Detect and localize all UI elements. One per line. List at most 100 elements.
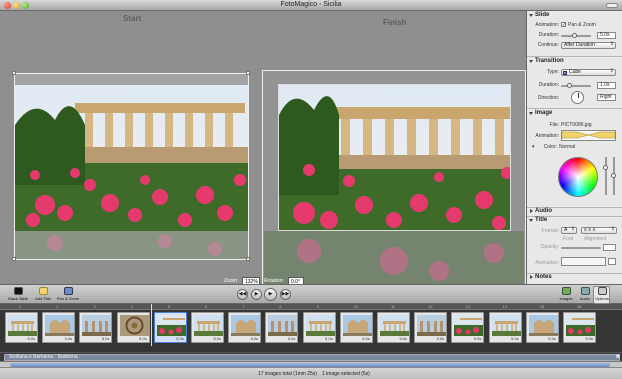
- file-name: PICT0086.jpg: [561, 122, 592, 128]
- options-button-content[interactable]: Options: [590, 287, 614, 301]
- slide-thumbnail[interactable]: 5.0s: [116, 312, 150, 343]
- finish-label: Finish: [383, 18, 407, 27]
- slide-thumbnail[interactable]: 5.0s: [377, 312, 410, 343]
- slide-image: [8, 315, 37, 336]
- crop-handle[interactable]: [12, 71, 16, 75]
- add-title-button[interactable]: Add Title: [31, 287, 55, 301]
- timeline-ruler[interactable]: 1 2 3 4 5 6 7 8 9 10 11 12 13 14 15 16: [0, 304, 622, 310]
- stage-area: Start Finish Zoom: 132% Rotation: 0.0°: [0, 11, 526, 292]
- slide-thumbnail[interactable]: 5.0s: [302, 312, 336, 343]
- slide-image: [417, 315, 447, 336]
- black-slide-icon: [13, 287, 23, 295]
- title-section-header[interactable]: Title: [527, 217, 622, 225]
- slide-section-header[interactable]: Slide: [527, 12, 622, 20]
- main-toolbar: Black Slide Add Title Pan & Zoom ◀◀ ▶ ▶ …: [0, 284, 622, 304]
- opacity-field[interactable]: [603, 244, 616, 251]
- continue-label: Continue:: [537, 42, 559, 48]
- slide-thumbnail[interactable]: 5.0s: [265, 312, 299, 343]
- slide-duration: 5.0s: [101, 336, 110, 341]
- slide-thumbnail[interactable]: 5.0s: [525, 312, 559, 343]
- light-table: 1 2 3 4 5 6 7 8 9 10 11 12 13 14 15 16 5.0s 5.0s 5.0s 5.0s…: [0, 304, 622, 352]
- options-icon: [597, 287, 607, 295]
- slide-duration: 5.0s: [325, 336, 333, 341]
- start-image-preview[interactable]: [15, 85, 248, 231]
- play-button[interactable]: ▶: [264, 288, 277, 301]
- slide-thumbnail[interactable]: 5.0s: [79, 312, 113, 343]
- slide-image: [45, 315, 75, 336]
- slide-thumbnail[interactable]: 5.0s: [42, 312, 76, 343]
- slide-image: [454, 315, 484, 336]
- slide-thumbnail[interactable]: 5.0s: [563, 312, 596, 343]
- alignment-buttons[interactable]: ≡ ≡ ≡: [581, 227, 617, 234]
- slide-duration-field[interactable]: 5.0s: [597, 32, 616, 39]
- add-title-icon: [38, 287, 48, 295]
- opacity-slider[interactable]: [561, 247, 601, 249]
- image-animation-curve[interactable]: [561, 130, 616, 141]
- continue-popup[interactable]: After Duration: [561, 42, 616, 49]
- color-wheel[interactable]: [558, 157, 598, 197]
- slide-thumbnail[interactable]: 5.0s: [488, 312, 522, 343]
- rewind-button[interactable]: ◀◀: [237, 289, 248, 300]
- direction-dial[interactable]: [571, 91, 584, 104]
- slide-duration: 5.0s: [176, 336, 184, 341]
- audio-section-header[interactable]: Audio: [527, 208, 622, 216]
- toolbar-toggle-button[interactable]: [606, 3, 618, 8]
- window-title: FotoMagico - Sicilia: [280, 1, 342, 8]
- step-back-button[interactable]: ▶: [251, 289, 262, 300]
- status-total: 17 images total (1min 25s): [258, 371, 317, 377]
- slide-thumbnail[interactable]: 5.0s: [153, 312, 187, 343]
- slide-thumbnail[interactable]: 5.0s: [414, 312, 448, 343]
- image-animation-label: Animation:: [535, 133, 559, 139]
- slide-image: [566, 315, 595, 336]
- slide-duration: 5.0s: [511, 336, 519, 341]
- pan-zoom-checkbox-label: Pan & Zoom: [568, 22, 596, 28]
- font-button[interactable]: A: [561, 227, 577, 234]
- ruler-mark: 4: [130, 304, 133, 309]
- black-slide-button[interactable]: Black Slide: [6, 287, 30, 301]
- color-mode-value: Normal: [559, 144, 576, 150]
- add-title-label: Add Title: [35, 296, 51, 301]
- title-animation-menu[interactable]: [608, 258, 616, 265]
- color-disclosure[interactable]: ▾: [532, 144, 535, 150]
- slide-thumbnail[interactable]: 5.0s: [5, 312, 38, 343]
- slide-image: [119, 315, 149, 336]
- brightness-slider[interactable]: [603, 157, 608, 195]
- slide-thumbnail[interactable]: 5.0s: [451, 312, 485, 343]
- slide-image: [342, 315, 372, 336]
- slide-image: [82, 315, 112, 336]
- transition-type-popup[interactable]: Cube: [561, 69, 616, 76]
- start-label: Start: [123, 14, 142, 23]
- slide-thumbnail[interactable]: 5.0s: [339, 312, 373, 343]
- image-section-header[interactable]: Image: [527, 110, 622, 118]
- finish-image-preview[interactable]: [278, 84, 511, 231]
- transition-duration-slider[interactable]: [561, 83, 591, 88]
- slide-duration: 5.0s: [362, 336, 370, 341]
- audio-clip[interactable]: Siciliana e Barbieria · Barbieria: [4, 354, 620, 361]
- crop-handle[interactable]: [246, 71, 250, 75]
- slide-image: [156, 315, 186, 336]
- transition-duration-field[interactable]: 1.0s: [597, 82, 616, 89]
- pan-zoom-checkbox[interactable]: ✓: [561, 22, 566, 28]
- notes-section-header[interactable]: Notes: [527, 274, 622, 282]
- audio-label: Audio: [579, 296, 591, 301]
- divider: [527, 108, 622, 109]
- slide-thumbnail[interactable]: 5.0s: [228, 312, 262, 343]
- title-bar: FotoMagico - Sicilia: [0, 0, 622, 11]
- fast-forward-button[interactable]: ▶▶: [280, 289, 291, 300]
- pan-zoom-button[interactable]: Pan & Zoom: [56, 287, 80, 301]
- slide-duration-slider[interactable]: [561, 33, 591, 38]
- ruler-mark: 9: [316, 304, 319, 309]
- ruler-mark: 5: [167, 304, 171, 309]
- transition-section-header[interactable]: Transition: [527, 58, 622, 66]
- title-animation-label: Animation:: [535, 260, 559, 266]
- transition-type-value: Cube: [569, 69, 581, 75]
- slide-image: [231, 315, 261, 336]
- direction-field[interactable]: Right: [597, 94, 616, 101]
- contrast-slider[interactable]: [611, 157, 616, 195]
- cube-icon: [563, 71, 567, 75]
- audio-icon: [580, 287, 590, 295]
- slide-thumbnail[interactable]: 5.0s: [191, 312, 224, 343]
- color-label: Color:: [543, 144, 557, 150]
- playhead[interactable]: [151, 304, 152, 346]
- title-animation-curve[interactable]: [561, 257, 606, 266]
